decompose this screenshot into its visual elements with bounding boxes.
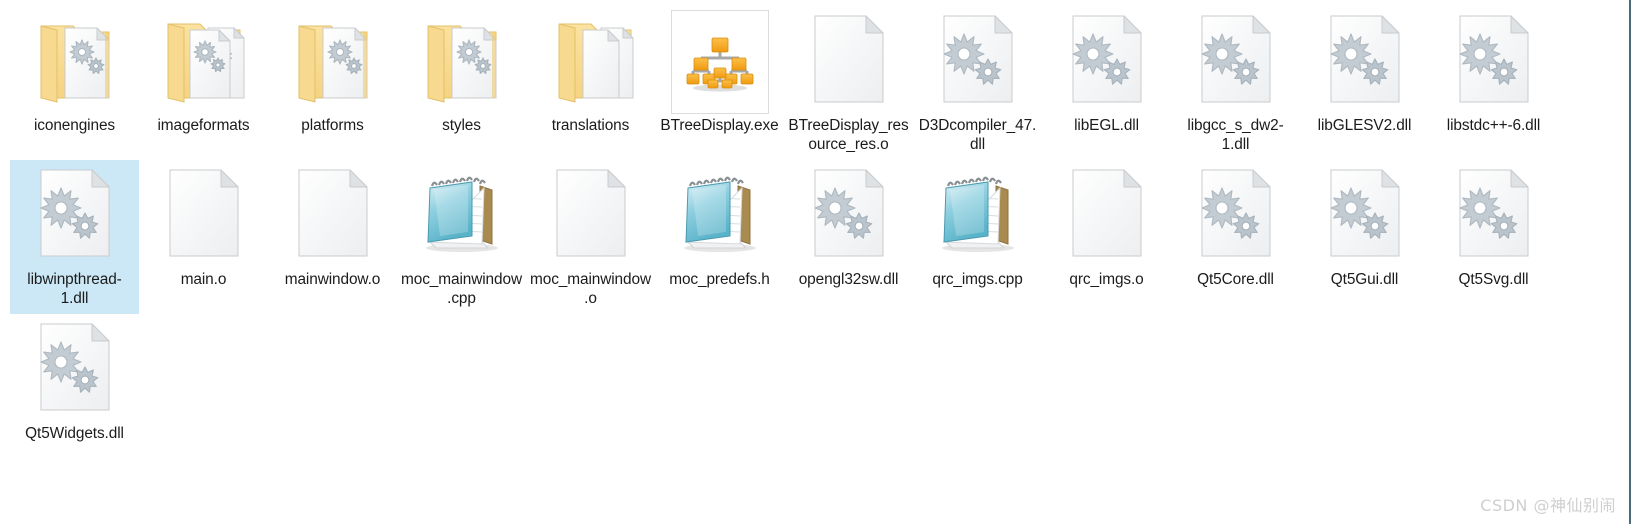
notepad-icon[interactable] xyxy=(926,164,1030,268)
file-item[interactable]: translations xyxy=(526,6,655,160)
file-item[interactable]: libstdc++-6.dll xyxy=(1429,6,1558,160)
file-item[interactable]: libGLESV2.dll xyxy=(1300,6,1429,160)
file-name-label[interactable]: moc_predefs.h xyxy=(659,270,781,289)
file-item[interactable]: mainwindow.o xyxy=(268,160,397,314)
file-name-label[interactable]: libwinpthread-1.dll xyxy=(14,270,136,308)
blank-document-icon[interactable] xyxy=(152,164,256,268)
file-item[interactable]: Qt5Core.dll xyxy=(1171,160,1300,314)
file-name-label[interactable]: mainwindow.o xyxy=(272,270,394,289)
folder-with-blank-docs-icon[interactable] xyxy=(539,10,643,114)
file-item[interactable]: qrc_imgs.cpp xyxy=(913,160,1042,314)
file-icon-grid: iconengines imageformats platforms style… xyxy=(10,6,1620,468)
file-item[interactable]: opengl32sw.dll xyxy=(784,160,913,314)
file-name-label[interactable]: libEGL.dll xyxy=(1046,116,1168,135)
blank-document-icon[interactable] xyxy=(1055,164,1159,268)
gears-document-icon[interactable] xyxy=(1313,10,1417,114)
file-name-label[interactable]: platforms xyxy=(272,116,394,135)
gears-document-icon[interactable] xyxy=(1313,164,1417,268)
file-item[interactable]: moc_predefs.h xyxy=(655,160,784,314)
folder-with-gear-doc-icon[interactable] xyxy=(281,10,385,114)
tree-diagram-app-icon[interactable] xyxy=(668,10,772,114)
file-name-label[interactable]: translations xyxy=(530,116,652,135)
file-item[interactable]: moc_mainwindow.cpp xyxy=(397,160,526,314)
file-name-label[interactable]: Qt5Core.dll xyxy=(1175,270,1297,289)
window-right-edge-divider xyxy=(1629,0,1631,524)
file-name-label[interactable]: main.o xyxy=(143,270,265,289)
file-item[interactable]: platforms xyxy=(268,6,397,160)
gears-document-icon[interactable] xyxy=(23,318,127,422)
file-item[interactable]: Qt5Gui.dll xyxy=(1300,160,1429,314)
file-item[interactable]: moc_mainwindow.o xyxy=(526,160,655,314)
file-name-label[interactable]: Qt5Svg.dll xyxy=(1433,270,1555,289)
notepad-icon[interactable] xyxy=(410,164,514,268)
blank-document-icon[interactable] xyxy=(539,164,643,268)
file-name-label[interactable]: moc_mainwindow.o xyxy=(530,270,652,308)
notepad-icon[interactable] xyxy=(668,164,772,268)
folder-with-gear-doc-icon[interactable] xyxy=(410,10,514,114)
gears-document-icon[interactable] xyxy=(926,10,1030,114)
file-item[interactable]: Qt5Svg.dll xyxy=(1429,160,1558,314)
file-name-label[interactable]: imageformats xyxy=(143,116,265,135)
folder-with-gear-doc-icon[interactable] xyxy=(23,10,127,114)
file-name-label[interactable]: styles xyxy=(401,116,523,135)
file-name-label[interactable]: libstdc++-6.dll xyxy=(1433,116,1555,135)
exe-icon-graphic xyxy=(668,10,772,114)
file-item[interactable]: iconengines xyxy=(10,6,139,160)
file-item[interactable]: libEGL.dll xyxy=(1042,6,1171,160)
gears-document-icon[interactable] xyxy=(1184,164,1288,268)
gears-document-icon[interactable] xyxy=(1442,164,1546,268)
gears-document-icon[interactable] xyxy=(23,164,127,268)
gears-document-icon[interactable] xyxy=(1184,10,1288,114)
file-name-label[interactable]: libgcc_s_dw2-1.dll xyxy=(1175,116,1297,154)
gears-document-icon[interactable] xyxy=(797,164,901,268)
file-explorer-icon-view[interactable]: iconengines imageformats platforms style… xyxy=(0,0,1639,524)
file-name-label[interactable]: BTreeDisplay.exe xyxy=(659,116,781,135)
file-name-label[interactable]: iconengines xyxy=(14,116,136,135)
file-name-label[interactable]: opengl32sw.dll xyxy=(788,270,910,289)
file-name-label[interactable]: qrc_imgs.cpp xyxy=(917,270,1039,289)
csdn-watermark: CSDN @神仙别闹 xyxy=(1480,496,1616,515)
file-name-label[interactable]: qrc_imgs.o xyxy=(1046,270,1168,289)
file-name-label[interactable]: libGLESV2.dll xyxy=(1304,116,1426,135)
file-item[interactable]: Qt5Widgets.dll xyxy=(10,314,139,468)
gears-document-icon[interactable] xyxy=(1055,10,1159,114)
file-item[interactable]: D3Dcompiler_47.dll xyxy=(913,6,1042,160)
file-name-label[interactable]: D3Dcompiler_47.dll xyxy=(917,116,1039,154)
file-item[interactable]: libgcc_s_dw2-1.dll xyxy=(1171,6,1300,160)
file-name-label[interactable]: Qt5Gui.dll xyxy=(1304,270,1426,289)
file-name-label[interactable]: moc_mainwindow.cpp xyxy=(401,270,523,308)
file-name-label[interactable]: BTreeDisplay_resource_res.o xyxy=(788,116,910,154)
blank-document-icon[interactable] xyxy=(281,164,385,268)
file-item[interactable]: qrc_imgs.o xyxy=(1042,160,1171,314)
file-item[interactable]: BTreeDisplay.exe xyxy=(655,6,784,160)
gears-document-icon[interactable] xyxy=(1442,10,1546,114)
file-item[interactable]: main.o xyxy=(139,160,268,314)
file-item[interactable]: styles xyxy=(397,6,526,160)
folder-with-gear-docs-icon[interactable] xyxy=(152,10,256,114)
file-item[interactable]: imageformats xyxy=(139,6,268,160)
file-name-label[interactable]: Qt5Widgets.dll xyxy=(14,424,136,443)
file-item[interactable]: BTreeDisplay_resource_res.o xyxy=(784,6,913,160)
blank-document-icon[interactable] xyxy=(797,10,901,114)
file-item[interactable]: libwinpthread-1.dll xyxy=(10,160,139,314)
